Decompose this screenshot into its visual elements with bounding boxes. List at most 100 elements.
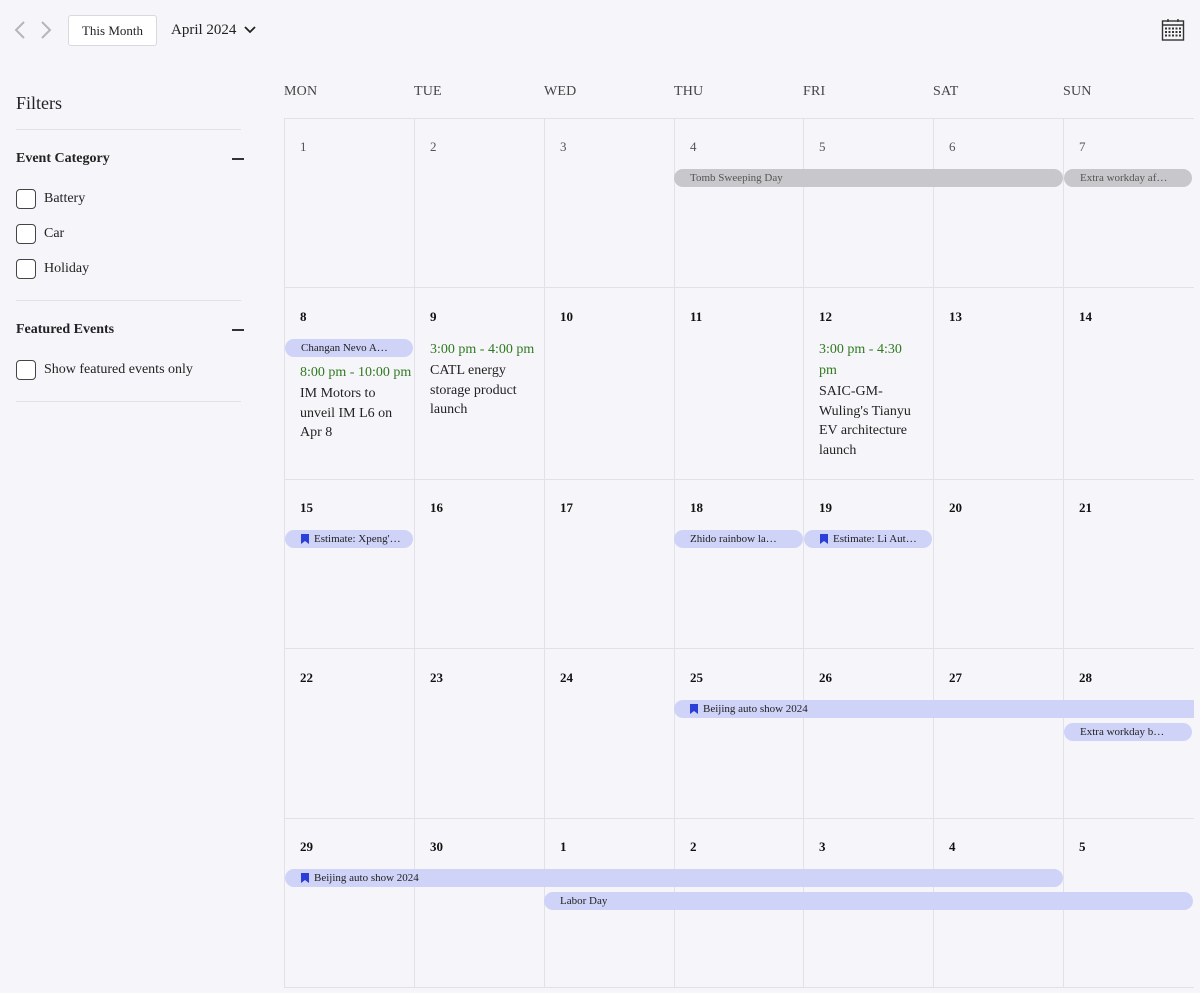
day-number[interactable]: 17 — [560, 500, 573, 516]
event-xpeng-estimate[interactable]: Estimate: Xpeng'… — [285, 530, 413, 548]
day-number[interactable]: 6 — [949, 139, 956, 155]
grid-line — [284, 818, 1194, 819]
day-number[interactable]: 12 — [819, 309, 832, 325]
day-number[interactable]: 25 — [690, 670, 703, 686]
event-tomb-sweeping-day[interactable]: Tomb Sweeping Day — [674, 169, 1063, 187]
day-number[interactable]: 3 — [819, 839, 826, 855]
grid-line — [803, 118, 804, 988]
day-number[interactable]: 5 — [819, 139, 826, 155]
event-time: 8:00 pm - 10:00 pm — [300, 365, 412, 380]
weekday-label: TUE — [414, 84, 442, 99]
day-number[interactable]: 28 — [1079, 670, 1092, 686]
day-number[interactable]: 2 — [690, 839, 697, 855]
event-beijing-auto-show[interactable]: Beijing auto show 2024 — [674, 700, 1194, 718]
event-extra-workday[interactable]: Extra workday b… — [1064, 723, 1192, 741]
day-number[interactable]: 27 — [949, 670, 962, 686]
day-number[interactable]: 14 — [1079, 309, 1092, 325]
event-im-motors[interactable]: 8:00 pm - 10:00 pm IM Motors to unveil I… — [300, 362, 412, 443]
filters-title: Filters — [16, 93, 63, 113]
event-time: 3:00 pm - 4:30 pm — [819, 342, 902, 378]
day-number[interactable]: 10 — [560, 309, 573, 325]
featured-only-checkbox[interactable] — [16, 360, 36, 380]
car-checkbox[interactable] — [16, 224, 36, 244]
this-month-button[interactable]: This Month — [68, 15, 157, 46]
day-number[interactable]: 21 — [1079, 500, 1092, 516]
grid-line — [1063, 118, 1064, 988]
day-number[interactable]: 20 — [949, 500, 962, 516]
day-number[interactable]: 26 — [819, 670, 832, 686]
event-title: Estimate: Xpeng'… — [314, 533, 401, 545]
prev-month-button[interactable] — [10, 18, 30, 42]
month-selector[interactable]: April 2024 — [171, 19, 257, 41]
collapse-minus-icon[interactable] — [232, 158, 244, 160]
event-title: CATL energy storage product launch — [430, 363, 517, 417]
event-extra-workday[interactable]: Extra workday af… — [1064, 169, 1192, 187]
event-title: Extra workday af… — [1080, 172, 1168, 184]
bookmark-icon — [301, 873, 309, 883]
day-number[interactable]: 4 — [690, 139, 697, 155]
day-number[interactable]: 13 — [949, 309, 962, 325]
grid-line — [284, 479, 1194, 480]
day-number[interactable]: 30 — [430, 839, 443, 855]
day-number[interactable]: 15 — [300, 500, 313, 516]
grid-line — [284, 987, 1194, 988]
event-title: Extra workday b… — [1080, 726, 1165, 738]
event-title: Zhido rainbow la… — [690, 533, 777, 545]
holiday-checkbox[interactable] — [16, 259, 36, 279]
next-month-button[interactable] — [36, 18, 56, 42]
grid-line — [933, 118, 934, 988]
weekday-label: SAT — [933, 84, 959, 99]
divider — [16, 401, 241, 402]
filter-battery[interactable]: Battery — [16, 189, 85, 209]
event-beijing-auto-show[interactable]: Beijing auto show 2024 — [285, 869, 1063, 887]
day-number[interactable]: 4 — [949, 839, 956, 855]
day-number[interactable]: 22 — [300, 670, 313, 686]
event-li-auto-estimate[interactable]: Estimate: Li Aut… — [804, 530, 932, 548]
day-number[interactable]: 1 — [300, 139, 307, 155]
filter-holiday[interactable]: Holiday — [16, 259, 89, 279]
weekday-label: FRI — [803, 84, 826, 99]
month-grid — [284, 118, 1194, 988]
event-category-title: Event Category — [16, 151, 110, 166]
event-saic-gm-wuling[interactable]: 3:00 pm - 4:30 pm SAIC-GM-Wuling's Tiany… — [819, 339, 919, 460]
day-number[interactable]: 5 — [1079, 839, 1086, 855]
bookmark-icon — [820, 534, 828, 544]
day-number[interactable]: 18 — [690, 500, 703, 516]
event-labor-day[interactable]: Labor Day — [544, 892, 1193, 910]
day-number[interactable]: 1 — [560, 839, 567, 855]
grid-line — [284, 648, 1194, 649]
filter-label: Battery — [44, 191, 86, 206]
event-title: SAIC-GM-Wuling's Tianyu EV architecture … — [819, 384, 911, 458]
filter-label: Holiday — [44, 261, 90, 276]
day-number[interactable]: 29 — [300, 839, 313, 855]
day-number[interactable]: 3 — [560, 139, 567, 155]
filter-car[interactable]: Car — [16, 224, 64, 244]
day-number[interactable]: 24 — [560, 670, 573, 686]
calendar-view-icon[interactable] — [1161, 18, 1185, 42]
event-category-header[interactable]: Event Category — [16, 151, 244, 167]
day-number[interactable]: 16 — [430, 500, 443, 516]
day-number[interactable]: 19 — [819, 500, 832, 516]
filter-featured-only[interactable]: Show featured events only — [16, 360, 193, 380]
day-number[interactable]: 2 — [430, 139, 437, 155]
collapse-minus-icon[interactable] — [232, 329, 244, 331]
weekday-label: THU — [674, 84, 704, 99]
grid-line — [284, 287, 1194, 288]
featured-events-header[interactable]: Featured Events — [16, 322, 244, 338]
day-number[interactable]: 9 — [430, 309, 437, 325]
event-title: Beijing auto show 2024 — [703, 703, 808, 715]
day-number[interactable]: 23 — [430, 670, 443, 686]
event-title: Beijing auto show 2024 — [314, 872, 419, 884]
event-title: Changan Nevo A… — [301, 342, 388, 354]
event-changan-nevo[interactable]: Changan Nevo A… — [285, 339, 413, 357]
day-number[interactable]: 7 — [1079, 139, 1086, 155]
weekday-label: SUN — [1063, 84, 1092, 99]
battery-checkbox[interactable] — [16, 189, 36, 209]
event-zhido-rainbow[interactable]: Zhido rainbow la… — [674, 530, 803, 548]
day-number[interactable]: 11 — [690, 309, 702, 325]
weekday-label: MON — [284, 84, 318, 99]
grid-line — [414, 118, 415, 988]
day-number[interactable]: 8 — [300, 309, 307, 325]
filter-label: Show featured events only — [44, 362, 193, 377]
event-catl-launch[interactable]: 3:00 pm - 4:00 pm CATL energy storage pr… — [430, 339, 542, 420]
